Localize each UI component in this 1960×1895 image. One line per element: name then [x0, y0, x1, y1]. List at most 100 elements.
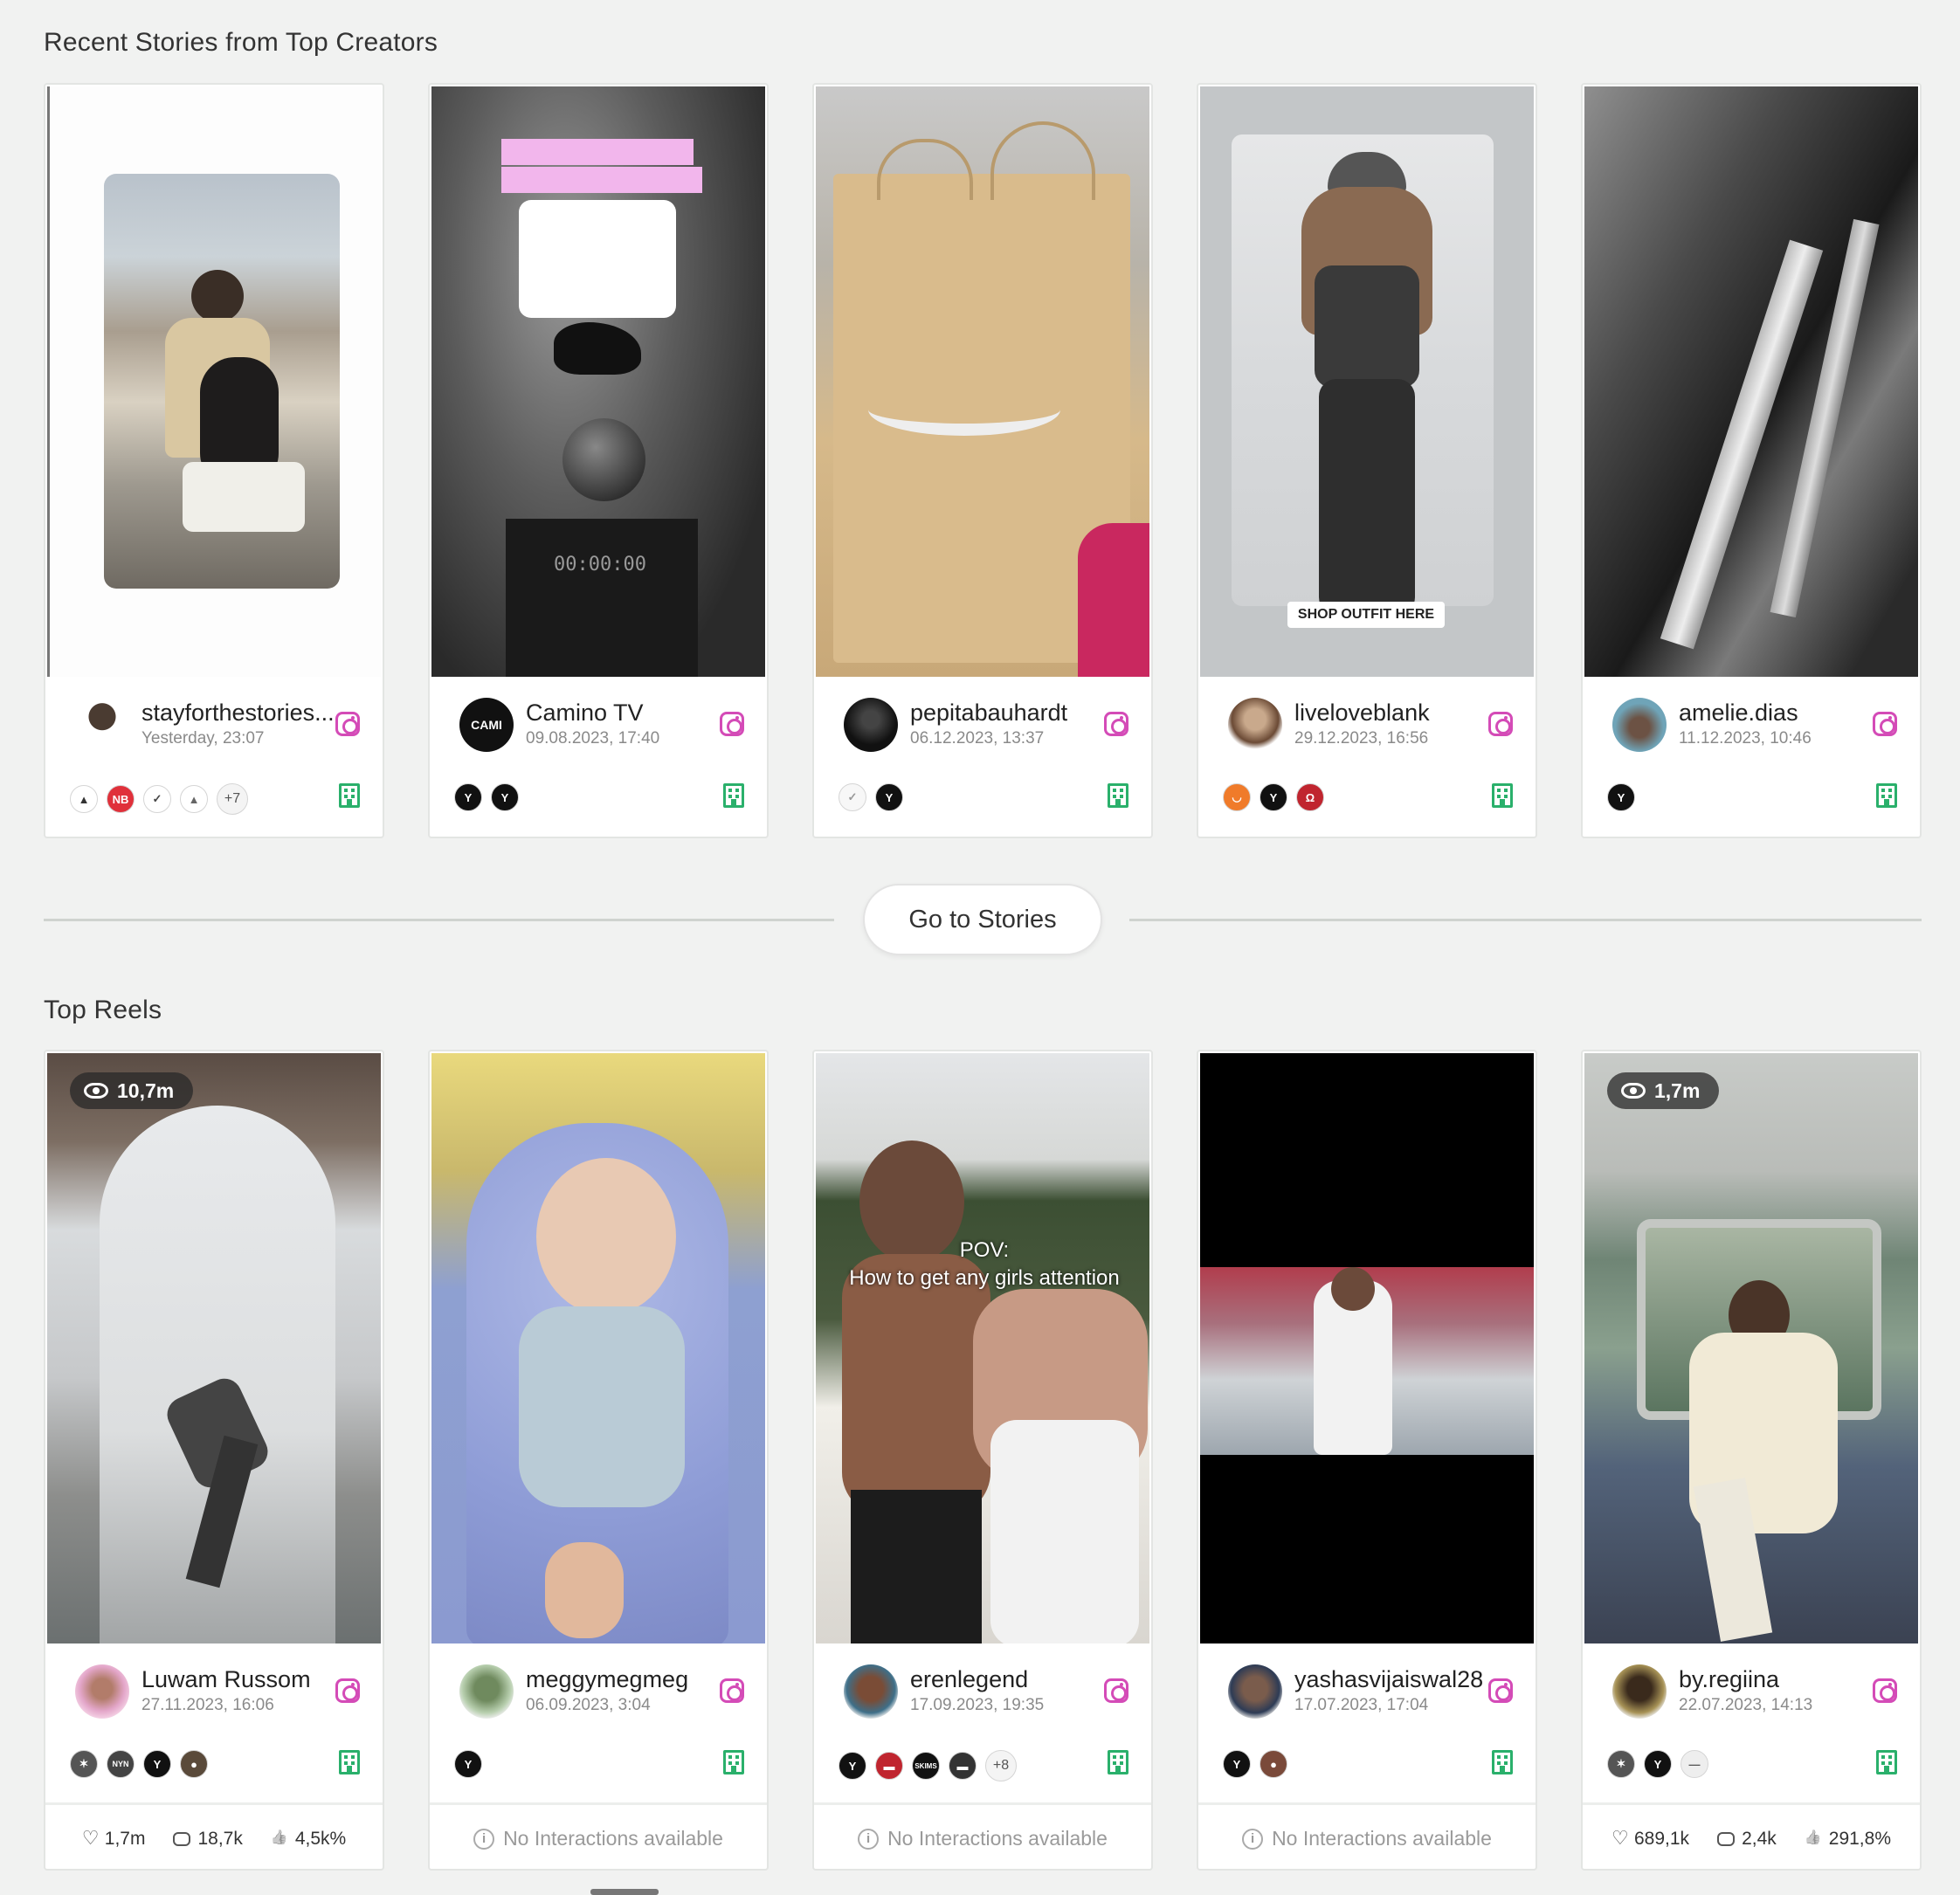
instagram-icon[interactable] [1104, 1678, 1128, 1703]
creator-name[interactable]: yashasvijaiswal28 [1294, 1666, 1483, 1693]
instagram-icon[interactable] [1488, 712, 1513, 736]
brand-logo[interactable]: Y [454, 783, 482, 811]
brand-logo[interactable]: NB [107, 785, 135, 813]
brand-logo[interactable]: Y [1607, 783, 1635, 811]
brand-logo[interactable]: ✶ [1607, 1750, 1635, 1778]
avatar[interactable] [1612, 698, 1667, 752]
building-icon[interactable] [339, 783, 360, 808]
creator-name[interactable]: amelie.dias [1679, 699, 1798, 727]
avatar[interactable] [75, 1664, 129, 1719]
building-icon[interactable] [1108, 783, 1128, 808]
comment-icon [173, 1831, 191, 1846]
building-icon[interactable] [339, 1750, 360, 1774]
story-card[interactable]: stayforthestories... Yesterday, 23:07 ▲ … [44, 83, 384, 838]
building-icon[interactable] [1876, 783, 1897, 808]
reel-thumbnail[interactable]: POV: How to get any girls attention [816, 1053, 1149, 1643]
brand-logo[interactable]: ✶ [70, 1750, 98, 1778]
brand-logo[interactable]: Y [1223, 1750, 1251, 1778]
story-card[interactable]: SHOP OUTFIT HERE liveloveblank 29.12.202… [1197, 83, 1537, 838]
story-card[interactable]: amelie.dias 11.12.2023, 10:46 Y [1581, 83, 1922, 838]
reel-card[interactable]: 10,7m Luwam Russom 27.11.2023, 16:06 ✶ N… [44, 1050, 384, 1871]
instagram-icon[interactable] [720, 1678, 744, 1703]
reel-thumbnail[interactable]: 1,7m [1584, 1053, 1918, 1643]
story-thumbnail[interactable]: SHOP OUTFIT HERE [1200, 86, 1534, 677]
building-icon[interactable] [723, 1750, 744, 1774]
brand-logo[interactable]: SKIMS [912, 1752, 940, 1780]
creator-name[interactable]: by.regiina [1679, 1666, 1779, 1693]
brand-logo[interactable]: ✓ [839, 783, 866, 811]
brand-logo[interactable]: Y [491, 783, 519, 811]
brand-logo[interactable]: ▬ [875, 1752, 903, 1780]
building-icon[interactable] [1492, 783, 1513, 808]
reel-thumbnail[interactable] [1200, 1053, 1534, 1643]
brand-logo[interactable]: ● [180, 1750, 208, 1778]
story-card[interactable]: pepitabauhardt 06.12.2023, 13:37 ✓ Y [812, 83, 1153, 838]
brand-logo[interactable]: NYN [107, 1750, 135, 1778]
more-brands-badge[interactable]: +8 [985, 1750, 1017, 1781]
instagram-icon[interactable] [335, 712, 360, 736]
reel-thumbnail[interactable]: 10,7m [47, 1053, 381, 1643]
brand-list: Y [454, 1750, 482, 1778]
avatar[interactable] [1228, 698, 1282, 752]
eye-icon [84, 1083, 108, 1099]
brand-logo[interactable]: ● [1260, 1750, 1287, 1778]
story-thumbnail[interactable]: 00:00:00 [431, 86, 765, 677]
brand-logo[interactable]: Y [875, 783, 903, 811]
story-thumbnail[interactable] [1584, 86, 1918, 677]
creator-name[interactable]: pepitabauhardt [910, 699, 1067, 727]
creator-name[interactable]: liveloveblank [1294, 699, 1430, 727]
more-brands-badge[interactable]: +7 [217, 783, 248, 815]
creator-name[interactable]: meggymegmeg [526, 1666, 688, 1693]
instagram-icon[interactable] [335, 1678, 360, 1703]
reel-card[interactable]: meggymegmeg 06.09.2023, 3:04 Y i No Inter… [428, 1050, 769, 1871]
creator-name[interactable]: Luwam Russom [141, 1666, 311, 1693]
building-icon[interactable] [1876, 1750, 1897, 1774]
brand-logo[interactable]: ▲ [180, 785, 208, 813]
reel-date: 27.11.2023, 16:06 [141, 1696, 274, 1714]
no-interactions-text: No Interactions available [1272, 1827, 1492, 1850]
building-icon[interactable] [723, 783, 744, 808]
avatar[interactable] [844, 1664, 898, 1719]
brand-logo[interactable]: ▬ [949, 1752, 977, 1780]
avatar[interactable] [75, 698, 129, 752]
instagram-icon[interactable] [720, 712, 744, 736]
brand-logo[interactable]: Y [1644, 1750, 1672, 1778]
avatar[interactable] [459, 1664, 514, 1719]
reel-card[interactable]: 1,7m by.regiina 22.07.2023, 14:13 ✶ Y — … [1581, 1050, 1922, 1871]
reel-card[interactable]: POV: How to get any girls attention erenl… [812, 1050, 1153, 1871]
reel-card[interactable]: yashasvijaiswal28 17.07.2023, 17:04 Y ● … [1197, 1050, 1537, 1871]
building-icon[interactable] [1108, 1750, 1128, 1774]
avatar[interactable]: CAMI [459, 698, 514, 752]
story-thumbnail[interactable] [816, 86, 1149, 677]
no-interactions-notice: i No Interactions available [473, 1827, 723, 1850]
brand-logo[interactable]: ◡ [1223, 783, 1251, 811]
brand-logo[interactable]: Y [454, 1750, 482, 1778]
no-interactions-text: No Interactions available [887, 1827, 1108, 1850]
brand-logo[interactable]: Y [1260, 783, 1287, 811]
brand-logo[interactable]: — [1680, 1750, 1708, 1778]
divider-line [1129, 919, 1922, 921]
brand-logo[interactable]: ✓ [143, 785, 171, 813]
creator-name[interactable]: erenlegend [910, 1666, 1028, 1693]
building-icon[interactable] [1492, 1750, 1513, 1774]
comment-icon [1717, 1831, 1736, 1846]
instagram-icon[interactable] [1104, 712, 1128, 736]
instagram-icon[interactable] [1488, 1678, 1513, 1703]
avatar[interactable] [844, 698, 898, 752]
avatar[interactable] [1612, 1664, 1667, 1719]
creator-name[interactable]: Camino TV [526, 699, 644, 727]
instagram-icon[interactable] [1873, 1678, 1897, 1703]
brand-logo[interactable]: Ω [1296, 783, 1324, 811]
scrollbar-thumb[interactable] [590, 1889, 659, 1895]
go-to-stories-button[interactable]: Go to Stories [863, 884, 1102, 955]
instagram-icon[interactable] [1873, 712, 1897, 736]
creator-name[interactable]: stayforthestories... [141, 699, 335, 727]
brand-logo[interactable]: Y [143, 1750, 171, 1778]
brand-logo[interactable]: ▲ [70, 785, 98, 813]
story-thumbnail[interactable] [47, 86, 381, 677]
avatar[interactable] [1228, 1664, 1282, 1719]
reel-thumbnail[interactable] [431, 1053, 765, 1643]
brand-logo[interactable]: Y [839, 1752, 866, 1780]
comments-count: 2,4k [1742, 1828, 1777, 1849]
story-card[interactable]: 00:00:00 CAMI Camino TV 09.08.2023, 17:4… [428, 83, 769, 838]
